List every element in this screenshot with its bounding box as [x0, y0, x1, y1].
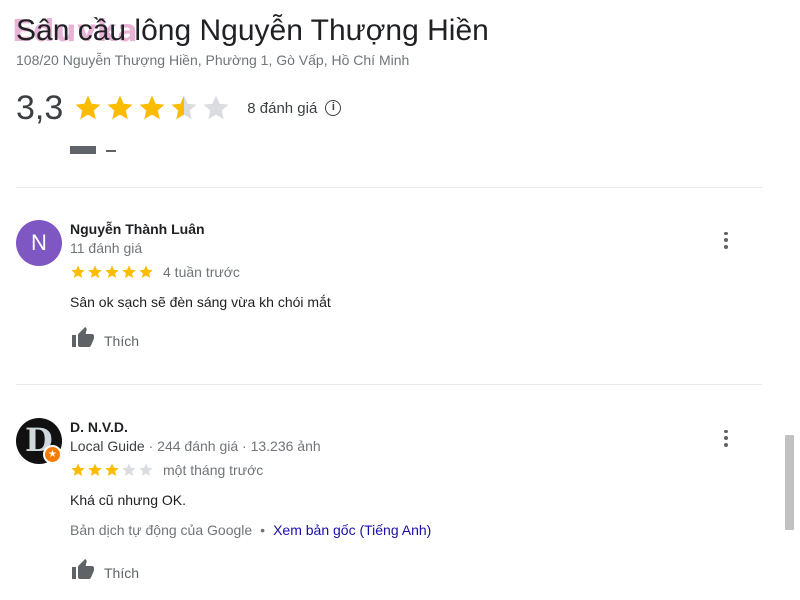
rating-summary: 3,3 8 đánh giá i: [16, 88, 342, 128]
star-icon: [105, 265, 119, 278]
like-label: Thích: [104, 564, 140, 581]
star-icon: [139, 265, 153, 278]
review-text: Sân ok sạch sẽ đèn sáng vừa kh chói mắt: [70, 294, 331, 310]
more-options-button[interactable]: [716, 428, 736, 448]
more-options-button[interactable]: [716, 230, 736, 250]
review-stars: [70, 264, 155, 280]
translation-note: Bản dịch tự động của Google: [70, 522, 253, 538]
review-time: một tháng trước: [163, 462, 264, 478]
reviewer-meta: Local Guide · 244 đánh giá · 13.236 ảnh: [70, 438, 321, 454]
star-icon: [107, 95, 133, 120]
reviewer-name[interactable]: Nguyễn Thành Luân: [70, 221, 205, 237]
review-count[interactable]: 8 đánh giá: [247, 100, 317, 117]
thumbs-up-icon: [70, 326, 96, 355]
local-guide-badge-icon: ★: [43, 445, 62, 464]
review-time: 4 tuần trước: [163, 264, 240, 280]
reviewer-meta: 11 đánh giá: [70, 240, 143, 256]
reviewer-photo-count: 13.236 ảnh: [250, 438, 321, 454]
thumbs-up-icon: [70, 558, 96, 587]
star-icon: [139, 95, 165, 120]
view-original-link[interactable]: Xem bản gốc (Tiếng Anh): [273, 522, 431, 538]
star-icon: [203, 95, 229, 120]
like-button[interactable]: Thích: [70, 326, 139, 355]
divider: [16, 384, 762, 385]
star-icon: [71, 463, 85, 476]
like-button[interactable]: Thích: [70, 558, 139, 587]
review-rating: một tháng trước: [70, 462, 263, 478]
avatar[interactable]: N: [16, 220, 62, 266]
local-guide-label: Local Guide: [70, 438, 145, 454]
review-card: N Nguyễn Thành Luân 11 đánh giá 4 tuần t…: [16, 220, 762, 360]
star-icon: [171, 95, 197, 120]
star-icon: [139, 463, 153, 476]
review-card: D ★ D. N.V.D. Local Guide · 244 đánh giá…: [16, 418, 762, 588]
rating-stars: [73, 93, 233, 123]
review-text: Khá cũ nhưng OK.: [70, 492, 186, 508]
review-rating: 4 tuần trước: [70, 264, 240, 280]
place-address: 108/20 Nguyễn Thượng Hiền, Phường 1, Gò …: [16, 52, 410, 68]
star-icon: [71, 265, 85, 278]
previous-review-like-stub: [70, 142, 116, 154]
review-stars: [70, 462, 155, 478]
star-icon: [88, 265, 102, 278]
place-title: Sân cầu lông Nguyễn Thượng Hiền: [16, 14, 489, 47]
like-label: Thích: [104, 332, 140, 349]
star-icon: [122, 265, 136, 278]
star-icon: [122, 463, 136, 476]
rating-value: 3,3: [16, 88, 64, 127]
translation-notice: Bản dịch tự động của Google • Xem bản gốc …: [70, 522, 432, 538]
reviewer-name[interactable]: D. N.V.D.: [70, 419, 128, 435]
reviewer-review-count: 244 đánh giá: [157, 438, 239, 454]
scrollbar-thumb[interactable]: [785, 435, 794, 530]
star-icon: [88, 463, 102, 476]
divider: [16, 187, 762, 188]
star-icon: [75, 95, 101, 120]
star-icon: [105, 463, 119, 476]
info-icon[interactable]: i: [325, 100, 342, 116]
